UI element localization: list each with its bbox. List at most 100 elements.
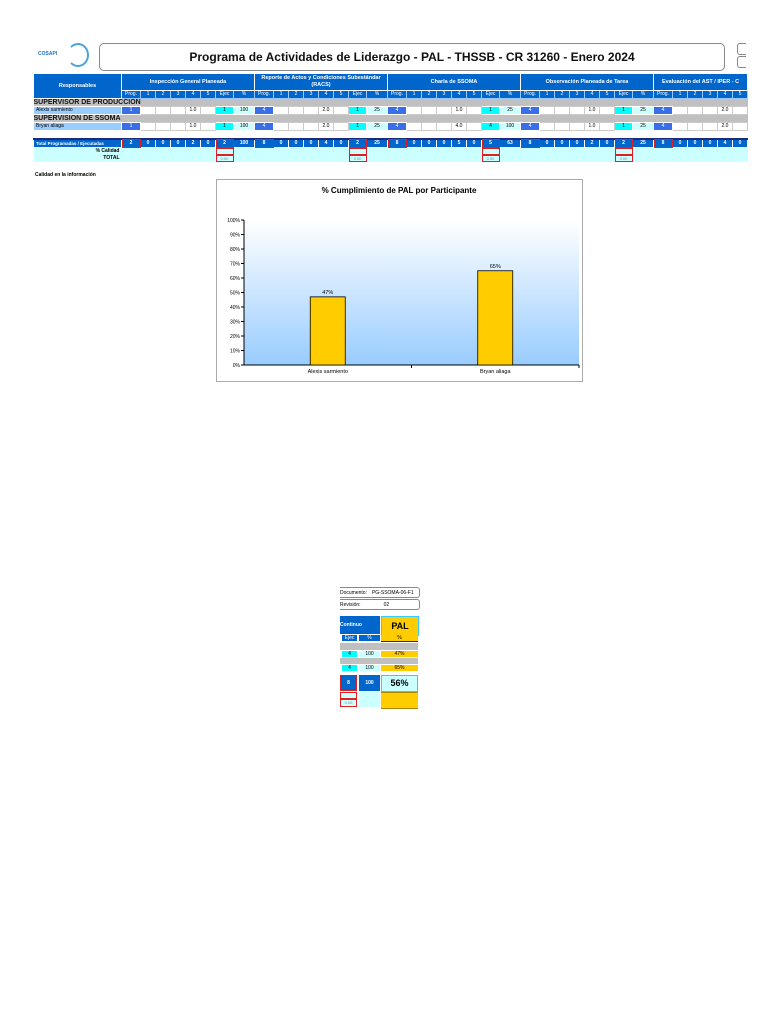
cell-pct[interactable]: 25 [366,106,388,115]
cell-week-1[interactable] [672,122,688,131]
cell-week-3[interactable] [303,106,319,115]
cell-pct[interactable]: 100 [233,106,255,115]
cell-ejec[interactable]: 1 [348,106,367,115]
cell-week-4[interactable]: 1.0 [185,106,201,115]
total-cell: 0 [672,138,688,148]
cell-week-4[interactable]: 2.0 [717,106,733,115]
cell-week-4[interactable]: 2.0 [318,122,334,131]
cell-prog[interactable]: 4 [653,122,673,131]
cell-week-2[interactable] [554,106,570,115]
cell-week-1[interactable] [406,106,422,115]
cell-week-3[interactable] [569,106,585,115]
cell-prog[interactable]: 4 [387,106,407,115]
total-pal: 56% [381,675,418,692]
cell-week-4[interactable]: 1.0 [451,106,467,115]
section-title: Reporte de Actos y Condiciones Subestánd… [254,73,388,91]
cell-week-5[interactable] [466,122,482,131]
cell-pct[interactable]: 25 [632,106,654,115]
cell-pct[interactable]: 25 [366,122,388,131]
cell-week-3[interactable] [702,122,718,131]
cell-week-5[interactable] [200,122,216,131]
cell-week-3[interactable] [569,122,585,131]
cell-week-1[interactable] [273,122,289,131]
cell-prog[interactable]: 4 [653,106,673,115]
cell-prog[interactable]: 4 [520,122,540,131]
cell-week-1[interactable] [273,106,289,115]
subcol-header: Prog. [254,90,274,99]
cell-pct[interactable]: 25 [499,106,521,115]
cell-week-3[interactable] [170,122,186,131]
group-row: SUPERVISOR DE PRODUCCIÓN [33,98,748,107]
cell-week-4[interactable]: 2.0 [717,122,733,131]
cell-week-3[interactable] [436,106,452,115]
cell-ejec[interactable]: 1 [215,122,234,131]
total-pct: 100 [359,675,380,691]
calidad-cell [303,147,319,155]
calidad-cell [406,147,422,155]
calidad-cell [554,147,570,155]
cell-prog[interactable]: 4 [387,122,407,131]
cell-prog[interactable]: 1 [121,122,141,131]
cell-week-3[interactable] [436,122,452,131]
total-cell: 2 [185,138,201,148]
cell-week-2[interactable] [421,122,437,131]
cell-week-2[interactable] [687,106,703,115]
cell-week-5[interactable] [732,122,748,131]
cell-pct[interactable]: 25 [632,122,654,131]
cell-week-2[interactable] [687,122,703,131]
cell-week-4[interactable]: 1.0 [185,122,201,131]
cell-week-5[interactable] [732,106,748,115]
cell-week-2[interactable] [554,122,570,131]
cell-prog[interactable]: 4 [254,106,274,115]
cell-week-5[interactable] [599,122,615,131]
subheader-row: Prog. 1 2 3 4 5 Ejec% Prog. 1 2 3 4 5 Ejec% Prog. 1 2 3 4 5… [34,90,748,99]
section-title: Inspección General Planeada [121,73,255,91]
cell-week-2[interactable] [288,106,304,115]
row-ejec: 4 [342,665,357,671]
cell-week-1[interactable] [539,106,555,115]
cell-ejec[interactable]: 1 [614,106,633,115]
cell-pct[interactable]: 100 [233,122,255,131]
cell-week-3[interactable] [170,106,186,115]
cell-week-5[interactable] [333,122,349,131]
calidad-cell [569,155,585,162]
subcol-header: % [499,90,521,99]
cell-week-5[interactable] [466,106,482,115]
cell-week-2[interactable] [421,106,437,115]
cell-week-4[interactable]: 1.0 [584,106,600,115]
cell-prog[interactable]: 4 [254,122,274,131]
cell-ejec[interactable]: 4 [481,122,500,131]
cell-week-1[interactable] [539,122,555,131]
cell-week-2[interactable] [155,122,171,131]
cell-week-1[interactable] [406,122,422,131]
subcol-header: 1 [140,90,156,99]
cell-week-4[interactable]: 2.0 [318,106,334,115]
cell-week-1[interactable] [140,106,156,115]
cell-ejec[interactable]: 1 [348,122,367,131]
cell-week-1[interactable] [672,106,688,115]
cell-week-5[interactable] [599,106,615,115]
cell-week-5[interactable] [200,106,216,115]
subcol-header: Ejec [348,90,367,99]
calidad-cell [539,155,555,162]
total-cell: 0 [333,138,349,148]
cell-pct[interactable]: 100 [499,122,521,131]
total-cell: 0 [406,138,422,148]
calidad-cell [451,147,467,155]
cell-prog[interactable]: 4 [520,106,540,115]
cell-week-2[interactable] [155,106,171,115]
cell-week-4[interactable]: 4.0 [451,122,467,131]
cell-week-4[interactable]: 1.0 [584,122,600,131]
cell-ejec[interactable]: 1 [614,122,633,131]
cell-ejec[interactable]: 1 [215,106,234,115]
cell-week-3[interactable] [303,122,319,131]
cell-ejec[interactable]: 1 [481,106,500,115]
cell-week-3[interactable] [702,106,718,115]
pal-table: Responsables Inspección General Planeada R… [33,73,748,162]
calidad-cell [233,147,255,155]
cell-week-2[interactable] [288,122,304,131]
cell-week-1[interactable] [140,122,156,131]
cell-week-5[interactable] [333,106,349,115]
cell-prog[interactable]: 1 [121,106,141,115]
subcol-header: 2 [687,90,703,99]
